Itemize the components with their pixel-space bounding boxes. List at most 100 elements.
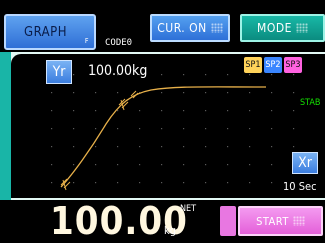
net-label: NET [180, 204, 197, 214]
grid-dot [205, 146, 207, 148]
curve-markers [60, 90, 139, 191]
grid-dot [227, 92, 229, 94]
mode-button-label: MODE [257, 21, 292, 35]
grid-dot [117, 146, 119, 148]
grid-dot [293, 74, 295, 76]
grid-dot [161, 92, 163, 94]
grid-dot [249, 110, 251, 112]
grid-dot [51, 164, 53, 166]
grid-dot [95, 110, 97, 112]
grid-dot [51, 92, 53, 94]
graph-button-sub: F [84, 37, 89, 45]
grid-dot [73, 146, 75, 148]
grid-dot [249, 92, 251, 94]
grid-dot [95, 164, 97, 166]
grid-dot [271, 92, 273, 94]
grid-dot [139, 110, 141, 112]
grid-dot [183, 128, 185, 130]
grid-dot [73, 92, 75, 94]
grid-dot [227, 146, 229, 148]
grid-dot [73, 128, 75, 130]
grid-dots [51, 74, 295, 184]
grid-dot [183, 146, 185, 148]
start-button[interactable]: START [238, 206, 323, 236]
grid-dot [271, 128, 273, 130]
grid-dot [139, 182, 141, 184]
grid-dot [183, 74, 185, 76]
grid-dot [271, 146, 273, 148]
grid-dot [73, 110, 75, 112]
grid-dot [271, 164, 273, 166]
grid-dot [183, 92, 185, 94]
grid-dot [249, 128, 251, 130]
grid-dot [271, 110, 273, 112]
grid-dot [205, 164, 207, 166]
grid-dot [293, 146, 295, 148]
grid-dot [73, 164, 75, 166]
grid-dot [117, 182, 119, 184]
grid-dot [205, 74, 207, 76]
grid-dot [95, 92, 97, 94]
y-axis-button[interactable]: Yr [46, 60, 72, 84]
start-button-tab [220, 206, 236, 236]
grid-dot [95, 182, 97, 184]
grid-dot [117, 110, 119, 112]
grid-dot [271, 182, 273, 184]
mode-button[interactable]: MODE [240, 14, 325, 42]
panel-accent-strip [0, 52, 11, 200]
grid-dot [161, 74, 163, 76]
grid-icon [295, 23, 308, 33]
grid-dot [51, 182, 53, 184]
code-label: CODE0 [105, 38, 133, 48]
grid-dot [227, 128, 229, 130]
grid-dot [117, 128, 119, 130]
curve-marker [60, 178, 71, 191]
grid-dot [227, 74, 229, 76]
setpoint-3-badge: SP3 [284, 57, 302, 73]
setpoint-2-badge: SP2 [264, 57, 282, 73]
stable-indicator: STAB [300, 98, 321, 108]
grid-dot [139, 146, 141, 148]
grid-icon [292, 216, 305, 226]
weight-unit: kg [164, 224, 177, 237]
y-scale-value: 100.00kg [88, 63, 148, 79]
grid-dot [227, 110, 229, 112]
x-axis-button[interactable]: Xr [292, 152, 318, 174]
grid-dot [139, 164, 141, 166]
grid-dot [51, 110, 53, 112]
setpoint-1-badge: SP1 [244, 57, 262, 73]
grid-dot [205, 182, 207, 184]
grid-dot [117, 164, 119, 166]
grid-dot [205, 128, 207, 130]
graph-button[interactable]: GRAPH F [4, 14, 96, 50]
grid-dot [161, 182, 163, 184]
grid-dot [139, 128, 141, 130]
grid-dot [249, 146, 251, 148]
grid-dot [95, 146, 97, 148]
grid-dot [161, 164, 163, 166]
grid-dot [205, 110, 207, 112]
grid-dot [227, 182, 229, 184]
grid-dot [161, 146, 163, 148]
grid-dot [183, 182, 185, 184]
grid-icon [210, 23, 223, 33]
grid-dot [249, 164, 251, 166]
grid-dot [51, 146, 53, 148]
grid-dot [249, 182, 251, 184]
grid-dot [161, 128, 163, 130]
cursor-toggle-label: CUR. ON [157, 21, 207, 35]
grid-dot [183, 110, 185, 112]
grid-dot [73, 74, 75, 76]
x-scale-value: 10 Sec [283, 180, 317, 193]
weight-curve [60, 86, 267, 188]
grid-dot [161, 110, 163, 112]
grid-dot [293, 92, 295, 94]
grid-dot [271, 74, 273, 76]
grid-dot [73, 182, 75, 184]
grid-dot [183, 164, 185, 166]
grid-dot [249, 74, 251, 76]
grid-dot [293, 128, 295, 130]
cursor-toggle-button[interactable]: CUR. ON [150, 14, 230, 42]
start-button-label: START [256, 214, 289, 228]
graph-button-label: GRAPH [24, 24, 68, 40]
